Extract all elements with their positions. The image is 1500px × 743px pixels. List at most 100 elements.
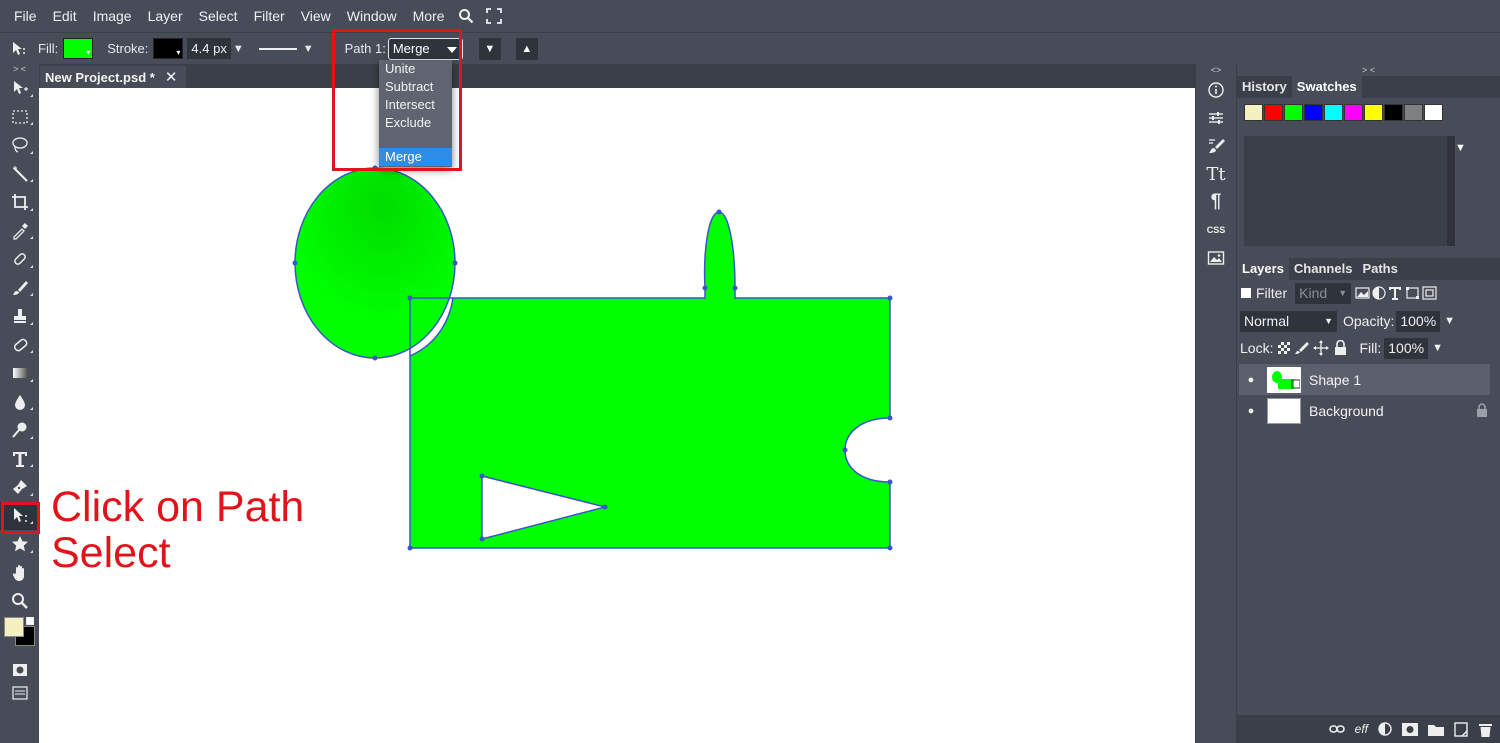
tab-history[interactable]: History [1237, 76, 1292, 98]
menu-file[interactable]: File [6, 0, 45, 32]
menu-window[interactable]: Window [339, 0, 405, 32]
swatch-color-7[interactable] [1384, 104, 1403, 121]
swatch-color-8[interactable] [1404, 104, 1423, 121]
tab-layers[interactable]: Layers [1237, 258, 1289, 280]
ellipse-shape[interactable] [294, 167, 456, 359]
menu-image[interactable]: Image [85, 0, 140, 32]
blend-mode-select[interactable]: Normal ▼ [1240, 310, 1337, 332]
new-layer-icon[interactable] [1454, 721, 1469, 737]
stamp-tool[interactable] [0, 302, 39, 331]
brush-tool[interactable] [0, 274, 39, 303]
search-icon[interactable] [452, 0, 480, 32]
right-panel-collapse-button[interactable]: > < [1237, 64, 1500, 76]
option-exclude[interactable]: Exclude [379, 114, 452, 132]
stroke-style-select[interactable]: ▼ [258, 43, 314, 55]
menu-view[interactable]: View [293, 0, 339, 32]
opacity-input[interactable]: 100% [1396, 310, 1441, 332]
adjustment-layer-icon[interactable] [1378, 722, 1392, 736]
layer-row-background[interactable]: ● Background [1239, 395, 1490, 426]
path-select-tool[interactable] [0, 501, 39, 530]
fill-color-swatch[interactable]: ▾ [63, 38, 94, 59]
blur-tool[interactable] [0, 388, 39, 417]
swatch-list-area[interactable] [1244, 136, 1447, 246]
gradient-tool[interactable] [0, 359, 39, 388]
menu-edit[interactable]: Edit [45, 0, 85, 32]
swatch-color-9[interactable] [1424, 104, 1443, 121]
swatch-color-1[interactable] [1264, 104, 1283, 121]
fullscreen-icon[interactable] [480, 0, 508, 32]
path-operation-select[interactable]: Merge [387, 37, 463, 60]
hand-tool[interactable] [0, 559, 39, 588]
pen-tool[interactable] [0, 473, 39, 502]
magic-wand-tool[interactable] [0, 160, 39, 189]
rectangle-shape[interactable] [409, 211, 891, 549]
swatch-color-5[interactable] [1344, 104, 1363, 121]
layer-row-shape-1[interactable]: ● Shape 1 [1239, 364, 1490, 395]
menu-layer[interactable]: Layer [140, 0, 191, 32]
link-icon[interactable] [1328, 724, 1345, 734]
eraser-tool[interactable] [0, 331, 39, 360]
marquee-tool[interactable] [0, 103, 39, 132]
move-path-up-button[interactable]: ▲ [515, 37, 538, 60]
css-icon[interactable]: CSS [1196, 216, 1236, 244]
color-swatches[interactable] [0, 616, 39, 656]
menu-more[interactable]: More [405, 0, 453, 32]
eye-icon[interactable]: ● [1239, 405, 1263, 417]
healing-tool[interactable] [0, 245, 39, 274]
fill-arrow-icon[interactable]: ▼ [1432, 342, 1443, 354]
info-icon[interactable] [1196, 76, 1236, 104]
option-unite[interactable]: Unite [379, 60, 452, 78]
option-intersect[interactable]: Intersect [379, 96, 452, 114]
menu-select[interactable]: Select [191, 0, 246, 32]
lock-options-icons[interactable] [1277, 340, 1353, 356]
filter-type-icons[interactable] [1355, 285, 1439, 301]
fill-input[interactable]: 100% [1384, 337, 1429, 359]
swatch-color-6[interactable] [1364, 104, 1383, 121]
stroke-width-arrow-icon[interactable]: ▼ [233, 43, 244, 55]
tab-channels[interactable]: Channels [1289, 258, 1358, 280]
trash-icon[interactable] [1479, 722, 1492, 737]
lasso-tool[interactable] [0, 131, 39, 160]
eye-icon[interactable]: ● [1239, 374, 1263, 386]
mask-icon[interactable] [1402, 722, 1418, 736]
shape-tool[interactable] [0, 530, 39, 559]
strip-collapse-button[interactable]: <> [1196, 64, 1236, 76]
eyedropper-tool[interactable] [0, 217, 39, 246]
dodge-tool[interactable] [0, 416, 39, 445]
tab-paths[interactable]: Paths [1357, 258, 1402, 280]
option-merge[interactable]: Merge [379, 148, 452, 166]
swatch-color-4[interactable] [1324, 104, 1343, 121]
opacity-arrow-icon[interactable]: ▼ [1444, 315, 1455, 327]
crop-tool[interactable] [0, 188, 39, 217]
shape-artwork[interactable] [39, 88, 1195, 743]
swap-colors-icon[interactable] [26, 616, 34, 625]
zoom-tool[interactable] [0, 587, 39, 616]
image-icon[interactable] [1196, 244, 1236, 272]
swatch-scrollbar[interactable] [1447, 136, 1455, 246]
swatch-menu-arrow[interactable]: ▼ [1455, 142, 1466, 154]
stroke-width-input[interactable]: 4.4 px [187, 38, 231, 59]
foreground-color-swatch[interactable] [4, 616, 24, 637]
toolbar-collapse-button[interactable]: > < [0, 64, 39, 74]
stroke-color-swatch[interactable]: ▾ [153, 38, 184, 59]
brush-settings-icon[interactable] [1196, 132, 1236, 160]
swatch-color-3[interactable] [1304, 104, 1323, 121]
swatch-color-0[interactable] [1244, 104, 1263, 121]
move-path-down-button[interactable]: ▼ [478, 37, 501, 60]
move-tool[interactable] [0, 74, 39, 103]
effects-icon[interactable]: eff [1355, 722, 1368, 736]
document-tab[interactable]: New Project.psd * ✕ [40, 66, 186, 88]
canvas-area[interactable] [39, 88, 1195, 743]
type-tool[interactable] [0, 445, 39, 474]
kind-select[interactable]: Kind ▼ [1295, 282, 1352, 304]
swatch-color-2[interactable] [1284, 104, 1303, 121]
menu-filter[interactable]: Filter [246, 0, 293, 32]
adjustments-icon[interactable] [1196, 104, 1236, 132]
paragraph-icon[interactable]: ¶ [1196, 188, 1236, 216]
quick-mask-button[interactable] [0, 656, 39, 685]
close-icon[interactable]: ✕ [165, 68, 178, 86]
path-operation-dropdown[interactable]: Unite Subtract Intersect Exclude Merge [379, 60, 452, 167]
screen-mode-button[interactable] [0, 684, 39, 702]
option-subtract[interactable]: Subtract [379, 78, 452, 96]
character-icon[interactable]: Tt [1196, 160, 1236, 188]
